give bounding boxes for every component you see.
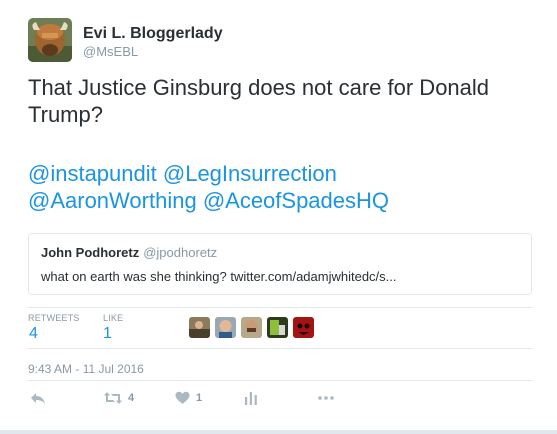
retweet-button[interactable]: 4 [104,388,134,408]
mention-aceofspadeshq[interactable]: @AceofSpadesHQ [203,188,389,213]
liker-avatar[interactable] [215,317,236,338]
author-handle[interactable]: @MsEBL [83,44,138,59]
tweet-text: That Justice Ginsburg does not care for … [28,75,490,127]
liker-avatar[interactable] [293,317,314,338]
tweet-card: Evi L. Bloggerlady @MsEBL That Justice G… [0,0,557,434]
like-button[interactable]: 1 [175,388,202,408]
retweet-count: 4 [128,392,135,404]
more-button[interactable] [318,388,334,408]
quoted-author-name: John Podhoretz [41,245,140,260]
retweet-icon [104,392,122,404]
mention-instapundit[interactable]: @instapundit [28,161,157,186]
mention-leginsurrection[interactable]: @LegInsurrection [163,161,337,186]
analytics-button[interactable] [245,388,257,408]
more-icon [318,396,334,400]
tweet-timestamp[interactable]: 9:43 AM - 11 Jul 2016 [28,362,144,376]
liker-avatar[interactable] [267,317,288,338]
likers-avatars [189,317,314,338]
likes-label: LIKE [103,313,124,323]
tweet-actions: 4 1 [28,386,532,410]
reply-button[interactable] [30,388,46,408]
tweet-stats: RETWEETS 4 LIKE 1 [28,307,532,349]
mention-aaronworthing[interactable]: @AaronWorthing [28,188,197,213]
heart-icon [175,391,190,404]
quoted-tweet[interactable]: John Podhoretz @jpodhoretz what on earth … [28,233,532,295]
reply-icon [31,393,45,404]
liker-avatar[interactable] [241,317,262,338]
author-name[interactable]: Evi L. Bloggerlady [83,25,223,43]
bottom-divider [0,430,557,434]
liker-avatar[interactable] [189,317,210,338]
analytics-icon [245,392,257,405]
retweets-label: RETWEETS [28,313,80,323]
quoted-author: John Podhoretz @jpodhoretz [41,245,217,260]
likes-count[interactable]: 1 [103,325,112,343]
retweets-count[interactable]: 4 [29,325,38,343]
quoted-text: what on earth was she thinking? twitter.… [41,269,397,284]
quoted-author-handle: @jpodhoretz [143,245,218,260]
divider [28,380,532,381]
tweet-mentions: @instapundit @LegInsurrection @AaronWort… [28,160,543,214]
like-count: 1 [196,392,203,404]
author-avatar[interactable] [28,18,72,62]
